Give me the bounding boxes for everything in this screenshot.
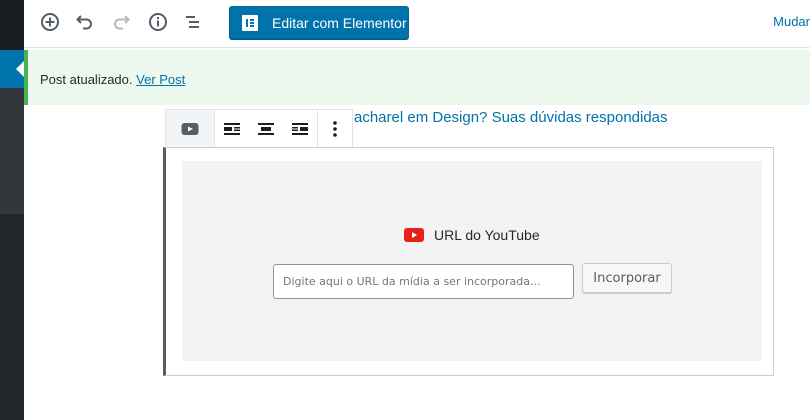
post-updated-notice: Post atualizado. Ver Post [24,50,810,105]
align-right-button[interactable] [283,110,317,147]
embed-button[interactable]: Incorporar [582,263,672,293]
redo-icon [114,15,130,30]
redo-button[interactable] [104,8,138,36]
switch-editor-link[interactable]: Mudar [773,14,810,29]
align-left-icon [224,122,240,135]
embed-url-input[interactable] [273,264,574,299]
active-arrow-icon [16,61,24,77]
embed-label-text: URL do YouTube [434,227,540,243]
notice-text: Post atualizado. [40,72,133,87]
alignment-group [215,110,318,147]
edit-with-elementor-label: Editar com Elementor [272,14,407,31]
undo-icon [76,15,92,30]
more-vertical-icon [333,120,337,137]
youtube-icon [181,122,199,135]
notice-message: Post atualizado. Ver Post [40,72,185,87]
align-left-button[interactable] [215,110,249,147]
plus-circle-icon [41,13,59,31]
more-options-button[interactable] [318,110,352,147]
editor-toolbar: Editar com Elementor Mudar [24,0,810,48]
block-navigation-button[interactable] [176,8,210,36]
edit-with-elementor-button[interactable]: Editar com Elementor [229,6,409,39]
block-type-switcher[interactable] [166,110,214,147]
view-post-link[interactable]: Ver Post [136,72,185,87]
admin-sidebar [0,0,24,420]
align-center-button[interactable] [249,110,283,147]
embed-placeholder: URL do YouTube Incorporar [182,161,762,361]
youtube-logo-icon [404,228,424,242]
elementor-icon [242,14,258,31]
block-toolbar [165,109,353,148]
block-switcher-group [166,110,215,147]
content-info-button[interactable] [141,8,175,36]
align-right-icon [292,122,308,135]
admin-menu-active-item[interactable] [0,50,24,88]
post-title[interactable]: acharel em Design? Suas dúvidas respondi… [354,109,668,126]
undo-button[interactable] [68,8,102,36]
align-center-icon [258,122,274,135]
add-block-button[interactable] [33,8,67,36]
admin-sidebar-menu[interactable] [0,88,24,214]
list-outline-icon [186,16,199,28]
embed-label: URL do YouTube [404,227,540,243]
admin-sidebar-top [0,0,24,50]
info-icon [149,13,167,31]
youtube-embed-block[interactable]: URL do YouTube Incorporar [163,147,774,376]
more-options-group [318,110,352,147]
